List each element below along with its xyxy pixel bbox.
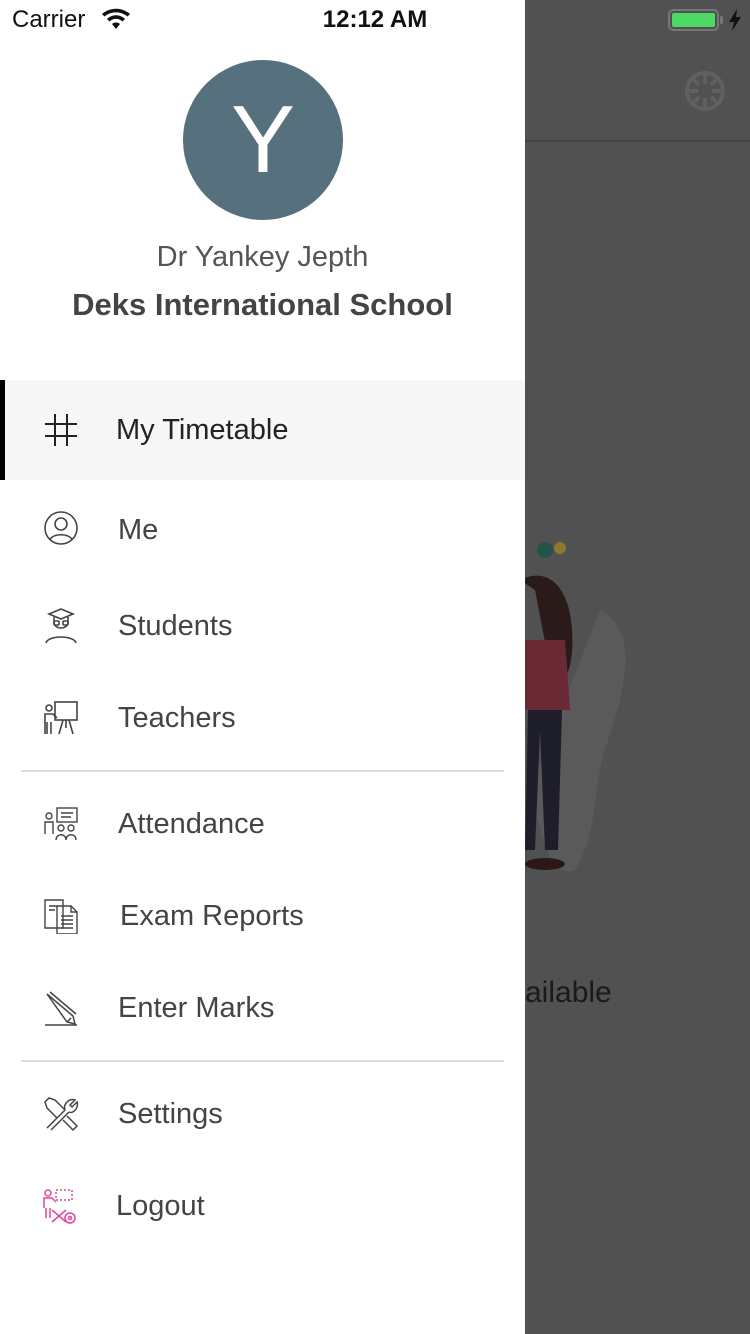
menu-label: Exam Reports [120,899,304,932]
pencil-icon [45,991,77,1026]
user-icon [44,511,78,545]
menu-label: Enter Marks [118,991,275,1024]
battery-icon [668,9,723,31]
menu-divider [21,1060,504,1062]
status-bar: Carrier 12:12 AM [0,0,750,40]
empty-state-text: ailable [525,976,612,1009]
student-icon [45,608,77,644]
menu-label: Teachers [118,701,236,734]
menu-item-logout[interactable]: Logout [0,1158,525,1254]
tools-icon [44,1097,79,1132]
menu-item-me[interactable]: Me [0,482,525,578]
menu-item-attendance[interactable]: Attendance [0,776,525,872]
menu-label: Me [118,513,159,546]
navigation-drawer: Y Dr Yankey Jepth Deks International Sch… [0,0,525,1334]
menu-divider [21,770,504,772]
charging-icon [729,9,741,31]
attendance-icon [44,807,78,841]
user-name: Dr Yankey Jepth [156,241,369,273]
menu-item-settings[interactable]: Settings [0,1066,525,1162]
menu-label: Attendance [118,807,265,840]
menu-label: Settings [118,1097,223,1130]
menu-item-students[interactable]: Students [0,578,525,674]
menu-item-my-timetable[interactable]: My Timetable [0,380,525,480]
menu-label: Students [118,609,233,642]
school-name: Deks International School [72,287,453,322]
teacher-icon [44,701,78,735]
menu-item-teachers[interactable]: Teachers [0,670,525,766]
menu-item-exam-reports[interactable]: Exam Reports [0,868,525,964]
avatar[interactable]: Y [183,60,343,220]
loading-spinner-icon [685,71,725,111]
grid-icon [45,414,77,446]
logout-icon [43,1189,76,1224]
menu-label: My Timetable [116,413,289,446]
status-time: 12:12 AM [322,6,428,33]
report-icon [44,899,78,934]
menu-label: Logout [116,1189,205,1222]
active-indicator [0,380,5,480]
menu-item-enter-marks[interactable]: Enter Marks [0,960,525,1056]
